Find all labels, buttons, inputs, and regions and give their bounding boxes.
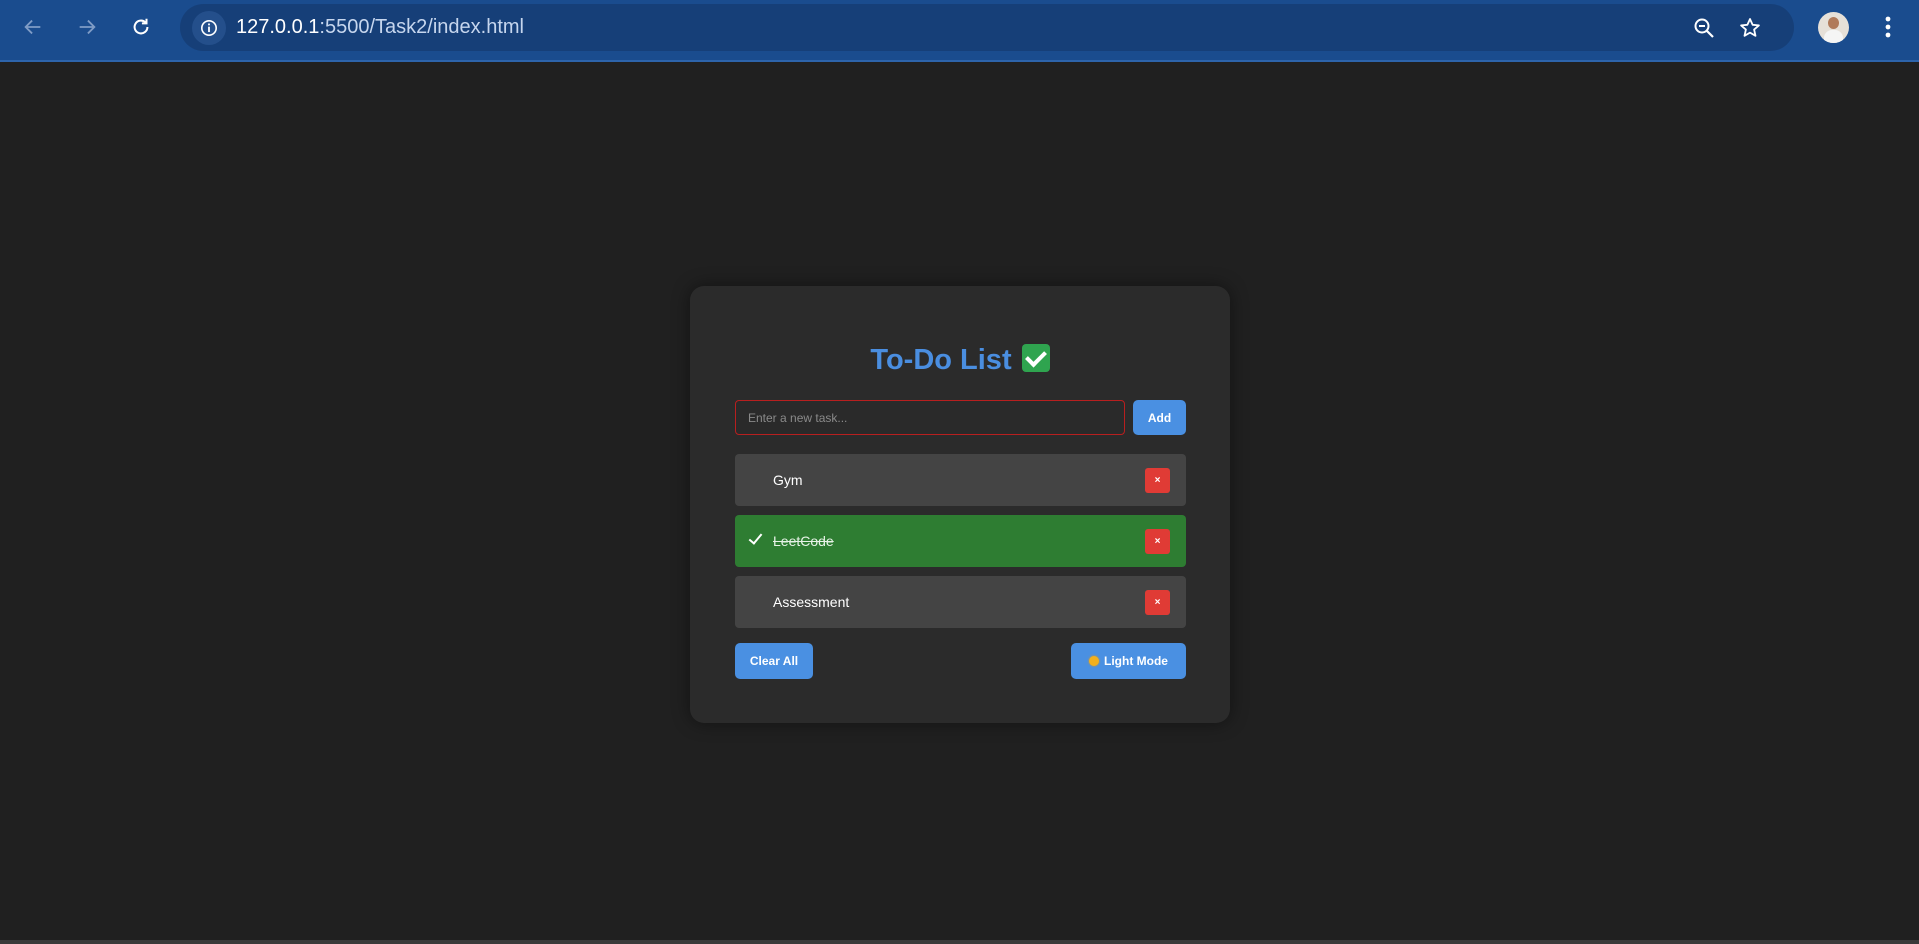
- task-item[interactable]: Assessment ×: [735, 576, 1186, 628]
- task-label[interactable]: LeetCode: [773, 533, 834, 549]
- clear-all-button[interactable]: Clear All: [735, 643, 813, 679]
- todo-card: To-Do List Add Gym × LeetCode × Assessme…: [690, 286, 1230, 723]
- page-bottom-edge: [0, 940, 1919, 944]
- zoom-out-icon: [1694, 18, 1714, 38]
- task-label[interactable]: Gym: [773, 472, 803, 488]
- page-title: To-Do List: [690, 344, 1230, 377]
- url-path: :5500/Task2/index.html: [319, 16, 524, 38]
- reload-icon: [133, 18, 149, 35]
- light-mode-label: Light Mode: [1104, 654, 1168, 668]
- profile-avatar[interactable]: [1818, 12, 1849, 43]
- kebab-menu-icon: [1885, 16, 1891, 38]
- delete-task-button[interactable]: ×: [1145, 590, 1170, 615]
- light-mode-toggle[interactable]: Light Mode: [1071, 643, 1186, 679]
- task-label[interactable]: Assessment: [773, 594, 849, 610]
- reload-button[interactable]: [124, 10, 158, 44]
- url-text[interactable]: 127.0.0.1:5500/Task2/index.html: [236, 16, 524, 39]
- task-item[interactable]: Gym ×: [735, 454, 1186, 506]
- close-icon: ×: [1154, 535, 1161, 547]
- forward-button[interactable]: [70, 10, 104, 44]
- toolbar-divider: [0, 60, 1919, 62]
- browser-menu-button[interactable]: [1871, 10, 1905, 44]
- site-info-button[interactable]: [192, 11, 226, 45]
- browser-toolbar: 127.0.0.1:5500/Task2/index.html: [0, 0, 1919, 60]
- url-host: 127.0.0.1: [236, 16, 320, 38]
- check-mark-button-icon: [1021, 344, 1050, 372]
- new-task-input[interactable]: [735, 400, 1125, 435]
- zoom-button[interactable]: [1689, 13, 1719, 43]
- close-icon: ×: [1154, 596, 1161, 608]
- info-icon: [200, 19, 218, 37]
- add-task-button[interactable]: Add: [1133, 400, 1186, 435]
- address-bar[interactable]: 127.0.0.1:5500/Task2/index.html: [180, 4, 1794, 51]
- task-item[interactable]: LeetCode ×: [735, 515, 1186, 567]
- back-button[interactable]: [16, 10, 50, 44]
- arrow-left-icon: [24, 19, 41, 35]
- checkmark-icon: [747, 531, 763, 549]
- arrow-right-icon: [79, 19, 96, 35]
- title-text: To-Do List: [870, 344, 1012, 376]
- sun-icon: [1089, 656, 1099, 666]
- star-icon: [1740, 18, 1760, 37]
- delete-task-button[interactable]: ×: [1145, 468, 1170, 493]
- delete-task-button[interactable]: ×: [1145, 529, 1170, 554]
- bookmark-button[interactable]: [1735, 13, 1765, 43]
- close-icon: ×: [1154, 474, 1161, 486]
